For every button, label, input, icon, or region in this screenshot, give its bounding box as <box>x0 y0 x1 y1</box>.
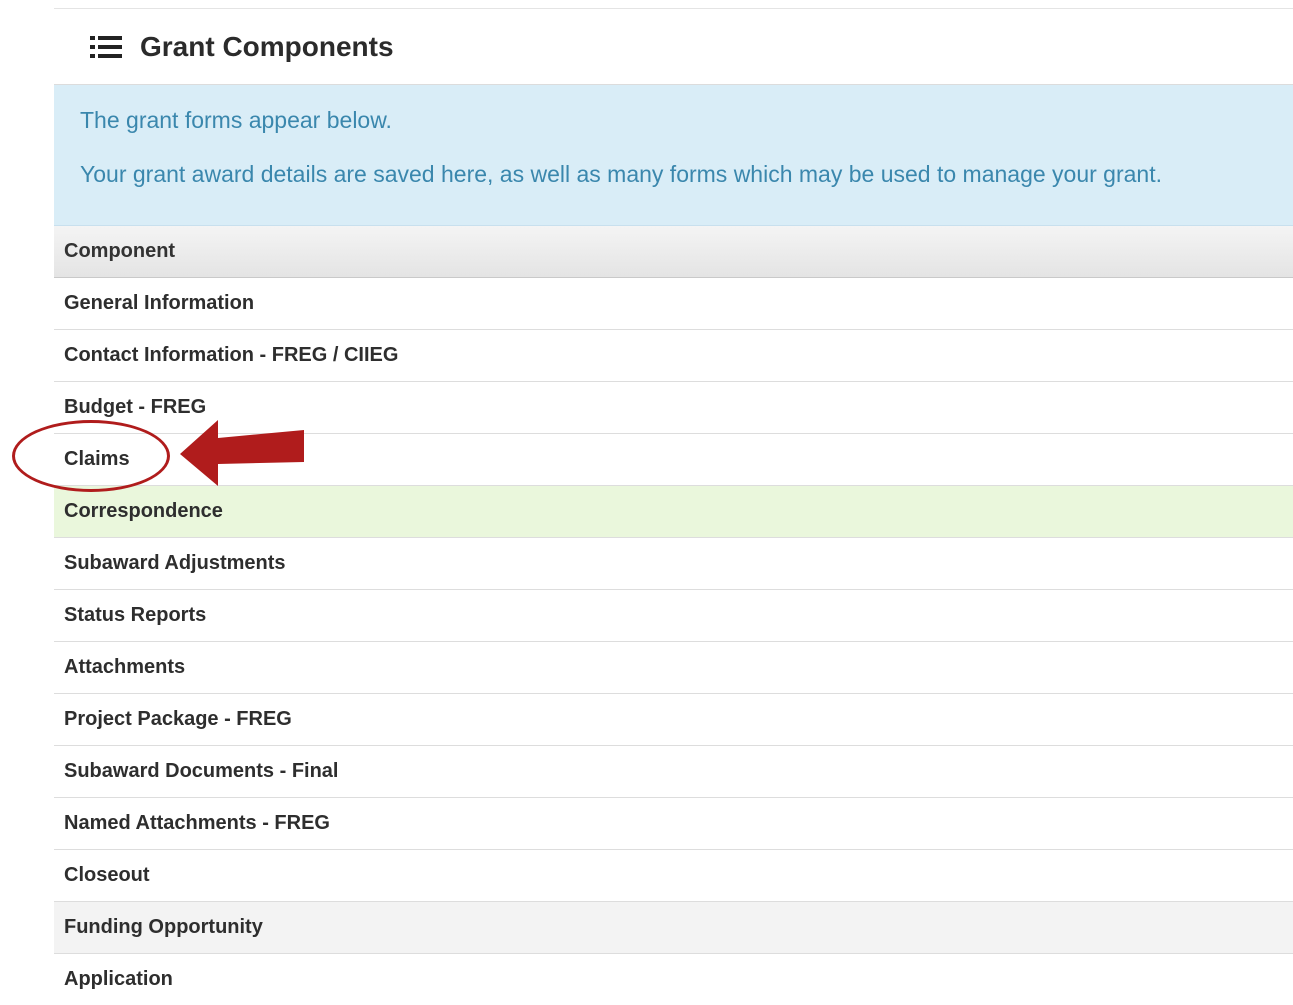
page-title: Grant Components <box>140 30 394 62</box>
component-row-budget[interactable]: Budget - FREG <box>54 382 1293 434</box>
component-row-subaward-adjustments[interactable]: Subaward Adjustments <box>54 538 1293 590</box>
component-row-closeout[interactable]: Closeout <box>54 850 1293 902</box>
component-row-project-package[interactable]: Project Package - FREG <box>54 694 1293 746</box>
panel-header: Grant Components <box>54 9 1293 85</box>
component-row-subaward-documents[interactable]: Subaward Documents - Final <box>54 746 1293 798</box>
grant-components-panel: Grant Components The grant forms appear … <box>54 8 1293 1005</box>
column-header-component[interactable]: Component <box>54 226 1293 278</box>
component-row-attachments[interactable]: Attachments <box>54 642 1293 694</box>
component-row-application[interactable]: Application <box>54 954 1293 1005</box>
component-row-general-information[interactable]: General Information <box>54 278 1293 330</box>
component-row-contact-information[interactable]: Contact Information - FREG / CIIEG <box>54 330 1293 382</box>
component-row-correspondence[interactable]: Correspondence <box>54 486 1293 538</box>
info-text-line1: The grant forms appear below. <box>80 107 392 133</box>
component-row-claims[interactable]: Claims <box>54 434 1293 486</box>
component-row-funding-opportunity[interactable]: Funding Opportunity <box>54 902 1293 954</box>
component-row-status-reports[interactable]: Status Reports <box>54 590 1293 642</box>
info-alert: The grant forms appear below. Your grant… <box>54 85 1293 226</box>
info-text-line2: Your grant award details are saved here,… <box>80 161 1162 187</box>
list-icon <box>90 35 122 58</box>
component-row-named-attachments[interactable]: Named Attachments - FREG <box>54 798 1293 850</box>
